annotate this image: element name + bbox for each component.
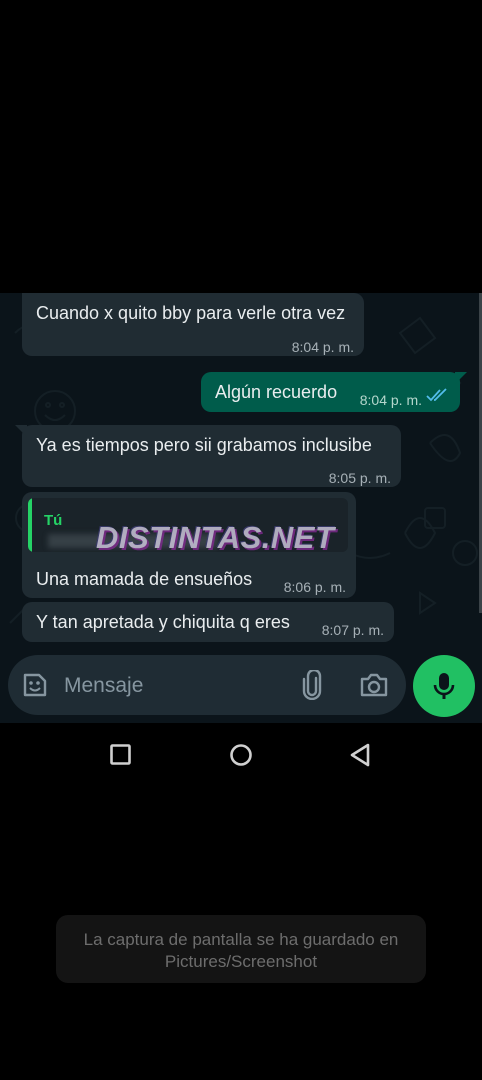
- recents-square-icon[interactable]: [110, 744, 131, 765]
- toast-line-1: La captura de pantalla se ha guardado en: [83, 930, 399, 949]
- screenshot-saved-toast: La captura de pantalla se ha guardado en…: [56, 915, 426, 983]
- toast-line-2: Pictures/Screenshot: [164, 952, 318, 971]
- message-text: Una mamada de ensueños: [36, 569, 253, 589]
- message-time: 8:05 p. m.: [328, 470, 391, 486]
- system-navigation-bar: [0, 723, 482, 787]
- bubble-tail: [15, 425, 27, 437]
- double-check-read-icon: [426, 388, 447, 402]
- home-circle-icon[interactable]: [229, 743, 253, 767]
- toast-message: La captura de pantalla se ha guardado en…: [56, 929, 426, 973]
- message-composer[interactable]: Mensaje: [8, 655, 406, 715]
- back-triangle-icon[interactable]: [349, 743, 371, 767]
- message-bubble-incoming[interactable]: Cuando x quito bby para verle otra vez 8…: [22, 293, 364, 356]
- message-bubble-incoming[interactable]: Ya es tiempos pero sii grabamos inclusib…: [15, 425, 401, 487]
- message-time: 8:04 p. m.: [291, 339, 354, 355]
- message-text: Algún recuerdo: [215, 382, 338, 402]
- message-time: 8:07 p. m.: [321, 622, 384, 638]
- reply-author: Tú: [44, 512, 63, 529]
- message-text: Y tan apretada y chiquita q eres: [36, 612, 290, 632]
- microphone-icon: [433, 673, 455, 699]
- voice-record-button[interactable]: [413, 655, 475, 717]
- bubble-tail: [455, 372, 467, 384]
- message-input[interactable]: Mensaje: [64, 674, 143, 698]
- camera-icon[interactable]: [359, 672, 389, 698]
- message-text: Ya es tiempos pero sii grabamos inclusib…: [36, 435, 372, 455]
- reply-accent-bar: [28, 498, 32, 552]
- message-time: 8:04 p. m.: [359, 392, 422, 408]
- sticker-icon[interactable]: [21, 671, 49, 699]
- message-time: 8:06 p. m.: [283, 579, 346, 595]
- attach-icon[interactable]: [300, 670, 324, 700]
- message-bubble-incoming[interactable]: Y tan apretada y chiquita q eres 8:07 p.…: [22, 602, 394, 642]
- message-text: Cuando x quito bby para verle otra vez: [36, 303, 346, 323]
- message-bubble-outgoing[interactable]: Algún recuerdo 8:04 p. m.: [201, 372, 467, 412]
- site-watermark: DISTINTAS.NET: [96, 520, 335, 555]
